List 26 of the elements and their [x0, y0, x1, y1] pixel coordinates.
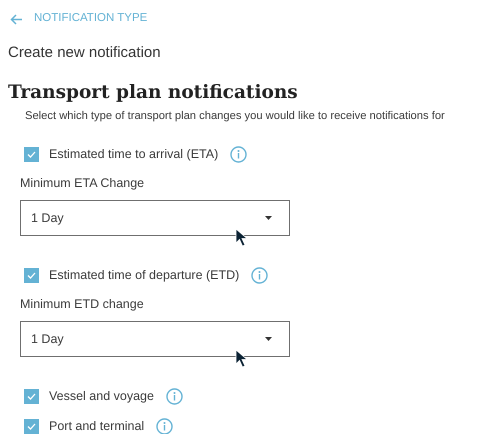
back-arrow-icon [10, 14, 23, 24]
field-label: Minimum ETA Change [20, 175, 146, 192]
checkbox-label: Estimated time of departure (ETD) [49, 266, 240, 284]
info-icon[interactable] [156, 418, 174, 434]
section-heading: Transport plan notifications [8, 81, 299, 105]
checkmark-icon [27, 422, 36, 430]
checkbox-label: Estimated time to arrival (ETA) [49, 146, 218, 163]
section-description: Select which type of transport plan changes you would like to receive notifications for [25, 109, 446, 124]
checkmark-icon [27, 150, 36, 158]
checkmark-icon [27, 392, 36, 400]
dropdown[interactable]: 1 Day [20, 321, 290, 357]
caret-icon [265, 216, 272, 220]
caret-icon [265, 337, 272, 341]
checkbox[interactable] [24, 146, 39, 162]
checkbox[interactable] [24, 388, 39, 404]
checkbox[interactable] [24, 418, 39, 434]
checkbox-label: Vessel and voyage [49, 388, 154, 405]
field-label: Minimum ETD change [20, 296, 145, 313]
info-icon[interactable] [230, 146, 248, 162]
info-icon[interactable] [251, 266, 268, 284]
checkmark-icon [27, 272, 36, 278]
info-icon[interactable] [166, 388, 183, 404]
page-title: Create new notification [8, 43, 162, 63]
checkbox[interactable] [24, 268, 39, 282]
checkbox-label: Port and terminal [49, 418, 144, 434]
dropdown[interactable]: 1 Day [20, 200, 290, 236]
